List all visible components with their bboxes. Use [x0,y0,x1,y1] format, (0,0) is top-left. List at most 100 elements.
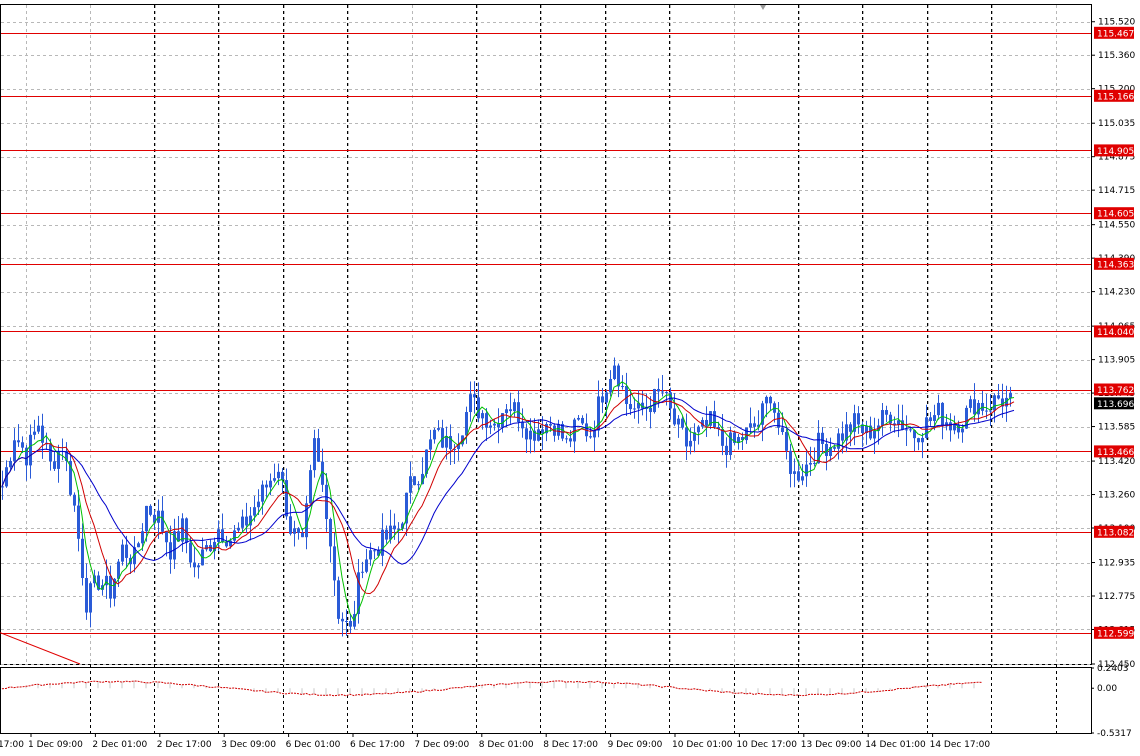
candle-body [273,478,276,481]
candle-body [685,427,688,447]
candle-body [469,394,472,413]
candle-body [705,419,708,426]
candle-body [725,445,728,455]
candle-body [341,618,344,622]
time-tick-label: 3 Dec 09:00 [221,740,276,750]
price-axis: 115.520115.360115.200115.035114.875114.7… [1091,18,1135,670]
candle-body [745,427,748,441]
candle-body [889,414,892,424]
price-chart[interactable]: 0.24030.00-0.5317 115.520115.360115.2001… [0,0,1140,756]
level-price-label: 114.363 [1097,260,1134,270]
candle-body [565,438,568,440]
time-tick-label: 13 Dec 09:00 [801,740,862,750]
candle-body [941,402,944,427]
candle-body [833,447,836,449]
candle-body [609,378,612,393]
candle-body [409,476,412,493]
candle-body [809,462,812,465]
candle-body [509,409,512,412]
candle-body [557,423,560,436]
candle-body [937,402,940,416]
candle-body [393,525,396,530]
candle-body [949,422,952,431]
candle-body [301,532,304,538]
candle-body [337,580,340,619]
candle-body [801,476,804,481]
time-tick-label: 10 Dec 17:00 [736,740,797,750]
candle-body [961,428,964,433]
candle-body [481,413,484,419]
candle-body [665,392,668,394]
candle-body [217,529,220,542]
candle-body [265,484,268,488]
candle-body [197,565,200,568]
candle-body [821,432,824,444]
price-tick-label: 112.775 [1098,592,1135,602]
price-tick-label: 115.035 [1098,119,1135,129]
candle-body [873,430,876,439]
candle-body [369,550,372,560]
candle-body [885,410,888,415]
level-price-label: 112.599 [1097,629,1134,639]
candle-body [689,440,692,447]
candle-body [281,471,284,481]
candle-body [789,450,792,474]
candle-body [841,433,844,441]
candle-body [849,424,852,432]
time-tick-label: 7 Dec 09:00 [414,740,469,750]
candle-body [433,429,436,440]
candle-body [729,432,732,455]
price-tick-label: 113.420 [1098,457,1135,467]
candle-body [657,388,660,392]
candle-body [137,543,140,548]
candle-body [465,412,468,436]
candle-body [109,575,112,599]
candle-body [601,396,604,403]
price-tick-label: 113.585 [1098,423,1135,433]
time-tick-label: 17:00 [0,740,24,750]
candle-body [677,418,680,425]
candle-body [673,408,676,425]
candle-body [317,438,320,462]
candle-body [297,528,300,533]
candle-body [793,471,796,474]
candle-body [277,471,280,479]
time-tick-label: 10 Dec 01:00 [672,740,733,750]
candle-body [125,544,128,558]
candle-body [293,528,296,534]
candle-body [953,424,956,431]
level-price-label: 113.762 [1097,386,1134,396]
candle-body [577,417,580,420]
level-price-label: 114.905 [1097,147,1134,157]
price-tick-label: 114.550 [1098,221,1135,231]
candle-body [17,440,20,443]
candle-body [493,423,496,426]
candle-body [713,411,716,427]
candle-body [537,429,540,441]
level-price-label: 114.040 [1097,328,1134,338]
price-tick-label: 112.450 [1098,660,1135,670]
candle-body [921,437,924,443]
candle-body [613,365,616,379]
candle-body [257,501,260,508]
candle-body [89,583,92,613]
candle-body [769,396,772,404]
candle-body [73,494,76,506]
candle-body [997,395,1000,399]
candle-body [385,529,388,540]
candle-body [989,410,992,412]
candle-body [909,429,912,431]
candle-body [1009,392,1012,398]
candle-body [633,408,636,410]
level-price-label: 115.166 [1097,92,1134,102]
candle-body [77,505,80,539]
candle-body [589,436,592,438]
candle-body [477,397,480,419]
price-tick-label: 114.715 [1098,186,1135,196]
candle-body [269,480,272,488]
candle-body [569,438,572,442]
candle-body [837,433,840,449]
time-tick-label: 1 Dec 09:00 [28,740,83,750]
candle-body [521,422,524,429]
candle-body [649,407,652,413]
